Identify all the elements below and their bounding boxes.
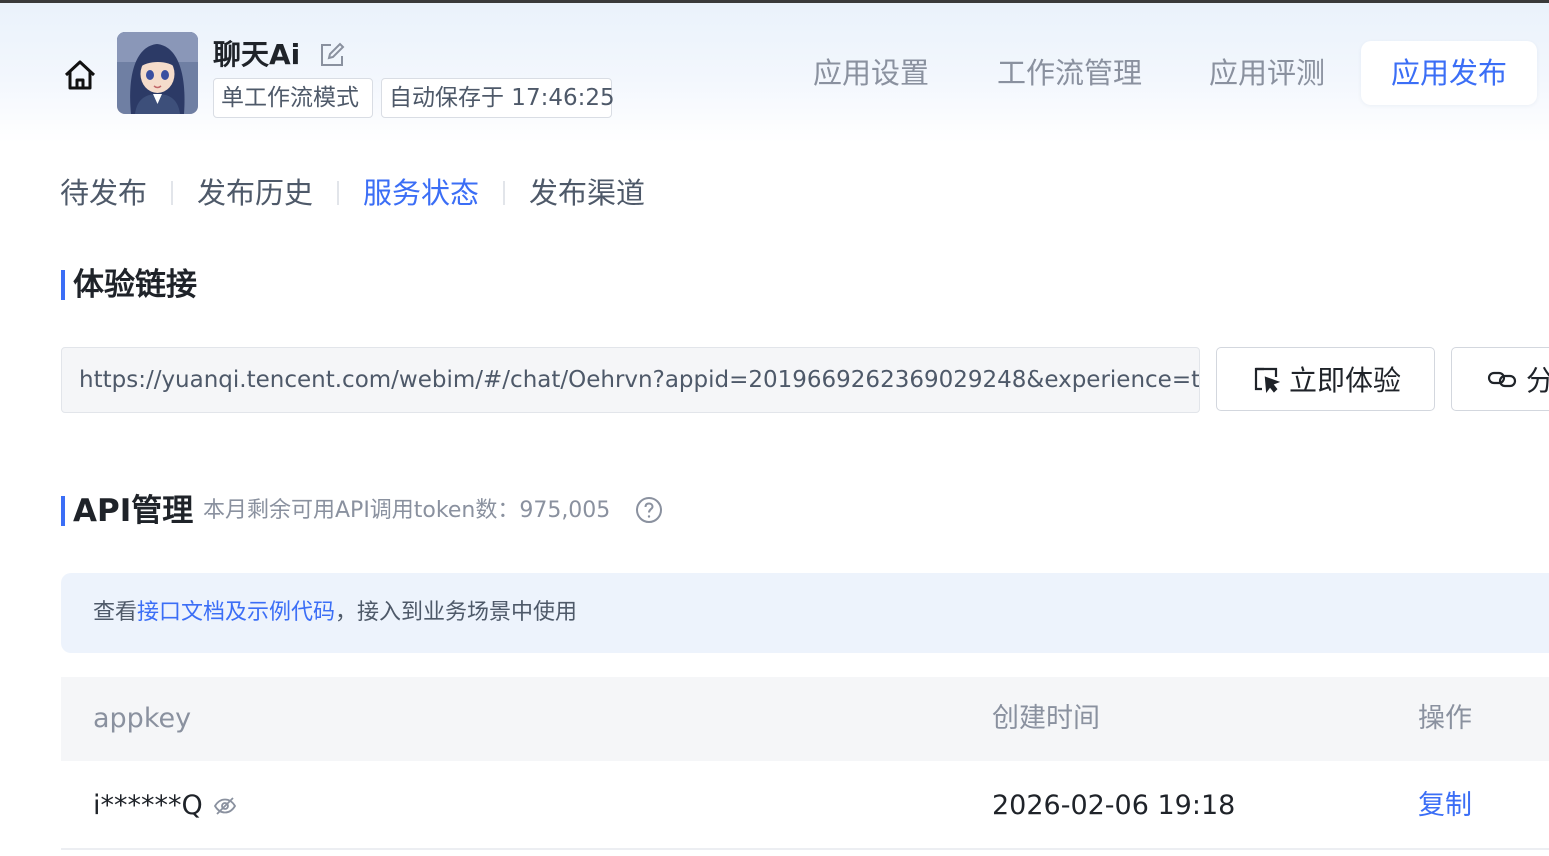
nav-app-evaluation[interactable]: 应用评测 <box>1209 41 1325 105</box>
api-docs-banner: 查看接口文档及示例代码，接入到业务场景中使用 <box>61 573 1549 653</box>
home-icon <box>64 60 96 90</box>
share-button[interactable]: 分 <box>1451 347 1549 411</box>
column-header-actions: 操作 <box>1418 703 1472 734</box>
banner-suffix: ，接入到业务场景中使用 <box>335 600 578 625</box>
api-docs-link[interactable]: 接口文档及示例代码 <box>137 600 335 625</box>
token-help-button[interactable] <box>635 496 663 524</box>
column-header-appkey: appkey <box>93 703 192 734</box>
share-label: 分 <box>1526 359 1549 399</box>
nav-app-publish[interactable]: 应用发布 <box>1361 41 1537 105</box>
nav-workflow-management[interactable]: 工作流管理 <box>997 41 1142 105</box>
copy-appkey-button[interactable]: 复制 <box>1418 761 1472 850</box>
created-time-cell: 2026-02-06 19:18 <box>992 790 1236 821</box>
edit-icon <box>321 42 345 66</box>
subtab-pending[interactable]: 待发布 <box>60 170 147 216</box>
appkey-cell: i******Q <box>93 761 237 850</box>
nav-app-settings[interactable]: 应用设置 <box>813 41 929 105</box>
banner-prefix: 查看 <box>93 600 138 625</box>
cursor-click-icon <box>1254 367 1280 393</box>
link-icon <box>1487 371 1517 388</box>
subtab-divider <box>503 181 506 205</box>
appkey-table-header: appkey 创建时间 操作 <box>61 677 1549 761</box>
app-title: 聊天Ai <box>213 38 301 71</box>
app-header: 聊天Ai 单工作流模式 自动保存于 17:46:25 应用设置 工作流管理 应用… <box>0 3 1549 143</box>
subtab-channels[interactable]: 发布渠道 <box>529 170 645 216</box>
try-now-label: 立即体验 <box>1289 364 1402 397</box>
subtab-history[interactable]: 发布历史 <box>197 170 313 216</box>
question-circle-icon <box>636 497 662 523</box>
edit-title-button[interactable] <box>318 41 346 69</box>
subtab-service-status[interactable]: 服务状态 <box>363 170 479 216</box>
column-header-created: 创建时间 <box>992 703 1100 734</box>
api-management-heading: API管理 <box>61 491 193 531</box>
home-button[interactable] <box>60 55 100 95</box>
appkey-value: i******Q <box>93 790 203 821</box>
toggle-appkey-visibility-button[interactable] <box>213 795 237 817</box>
workflow-mode-tag: 单工作流模式 <box>213 78 373 118</box>
token-quota-note: 本月剩余可用API调用token数：975,005 <box>203 498 611 523</box>
experience-url-field[interactable]: https://yuanqi.tencent.com/webim/#/chat/… <box>61 347 1200 413</box>
subtab-divider <box>337 181 340 205</box>
eye-hidden-icon <box>213 796 236 815</box>
try-now-button[interactable]: 立即体验 <box>1216 347 1435 411</box>
table-row: i******Q 2026-02-06 19:18 复制 <box>61 761 1549 850</box>
autosave-status-tag: 自动保存于 17:46:25 <box>381 78 615 118</box>
app-avatar[interactable] <box>117 32 198 114</box>
publish-subtabs: 待发布 发布历史 服务状态 发布渠道 <box>60 170 645 216</box>
subtab-divider <box>171 181 174 205</box>
experience-link-heading: 体验链接 <box>61 265 197 305</box>
